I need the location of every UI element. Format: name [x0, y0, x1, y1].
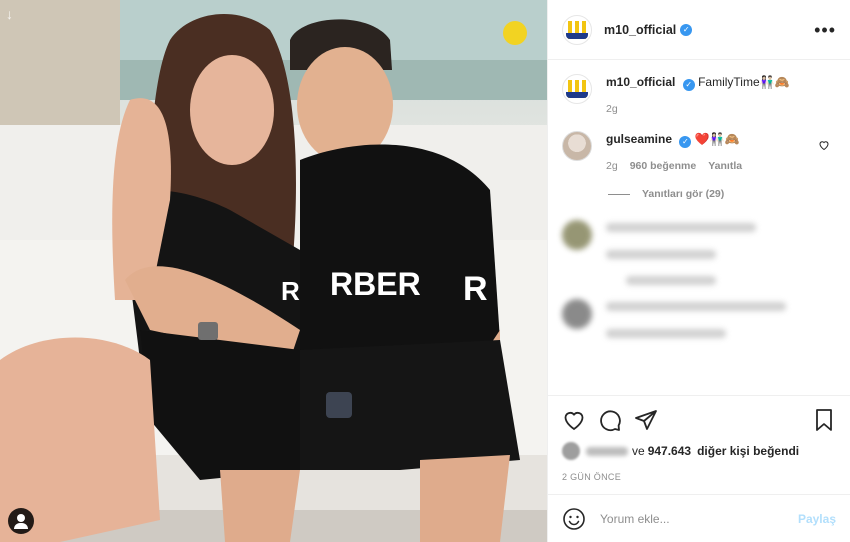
post-photo[interactable]: RBER R R ↓ [0, 0, 547, 542]
post-header: m10_official ✓ ••• [548, 0, 850, 60]
m10-logo-icon [566, 80, 588, 98]
view-replies-button[interactable]: Yanıtları gör (29) [608, 188, 836, 200]
post-time-ago[interactable]: 2 GÜN ÖNCE [562, 472, 836, 482]
likes-count[interactable]: 947.643 [648, 444, 691, 458]
caption-age[interactable]: 2g [606, 101, 618, 117]
blurred-comment-row [562, 220, 836, 289]
arrow-down-icon: ↓ [6, 6, 13, 22]
author-avatar[interactable] [562, 74, 592, 104]
comment-meta [606, 329, 836, 338]
svg-text:R: R [463, 270, 488, 308]
comment-meta [606, 250, 836, 259]
action-icons-bar [562, 406, 836, 434]
post-side-panel: m10_official ✓ ••• m10_official ✓ Family… [547, 0, 850, 542]
comment-text [606, 299, 836, 338]
comment-username[interactable]: gulseamine [606, 132, 672, 146]
commenter-avatar[interactable] [562, 299, 592, 329]
comment-text [606, 220, 836, 289]
comment-meta: 2g 960 beğenme Yanıtla [606, 158, 836, 174]
svg-text:R: R [281, 276, 300, 306]
comment-input[interactable] [600, 511, 798, 526]
comment-likes[interactable]: 960 beğenme [630, 158, 697, 174]
author-username[interactable]: m10_official [604, 23, 676, 37]
commenter-avatar[interactable] [562, 220, 592, 250]
m10-logo-icon [566, 20, 588, 39]
comment-composer: Paylaş [548, 494, 850, 542]
blurred-comment-row [562, 299, 836, 338]
reply-button[interactable]: Yanıtla [708, 158, 742, 174]
blurred-text [626, 276, 716, 285]
photo-illustration: RBER R R [0, 0, 547, 542]
share-paper-plane-icon[interactable] [634, 408, 658, 432]
comment-age[interactable]: 2g [606, 158, 618, 174]
like-heart-icon[interactable] [562, 408, 586, 432]
verified-badge-icon: ✓ [679, 136, 692, 148]
svg-text:RBER: RBER [330, 266, 421, 302]
save-bookmark-icon[interactable] [812, 408, 836, 432]
liker-username-blurred[interactable] [586, 446, 628, 456]
emoji-smile-icon[interactable] [562, 507, 586, 531]
caption-text: m10_official ✓ FamilyTime👫🏻🙈 2g [606, 74, 836, 117]
caption-meta: 2g [606, 101, 836, 117]
blurred-text [606, 302, 786, 311]
blurred-text [606, 223, 756, 232]
comment-emoji: ❤️👫🏻🙈 [694, 132, 740, 146]
caption-body: FamilyTime [698, 75, 760, 89]
more-options-icon[interactable]: ••• [814, 21, 836, 39]
verified-badge-icon: ✓ [682, 79, 695, 91]
likes-connector: ve [632, 444, 645, 458]
post-comment-button[interactable]: Paylaş [798, 512, 836, 526]
comments-list: m10_official ✓ FamilyTime👫🏻🙈 2g gulseami… [548, 60, 850, 395]
commenter-avatar[interactable] [562, 131, 592, 161]
comment-bubble-icon[interactable] [598, 408, 622, 432]
likes-tail[interactable]: diğer kişi beğendi [697, 444, 799, 458]
liker-avatar[interactable] [562, 442, 580, 460]
tagged-users-icon[interactable] [8, 508, 34, 534]
caption-row: m10_official ✓ FamilyTime👫🏻🙈 2g [562, 74, 836, 117]
likes-summary: ve 947.643 diğer kişi beğendi [562, 442, 836, 460]
caption-username[interactable]: m10_official [606, 75, 675, 89]
post-actions: ve 947.643 diğer kişi beğendi 2 GÜN ÖNCE [548, 395, 850, 494]
comment-row: gulseamine ✓ ❤️👫🏻🙈 2g 960 beğenme Yanıtl… [562, 131, 836, 174]
blurred-text [606, 250, 716, 259]
instagram-post-view: RBER R R ↓ m10_official ✓ ••• m10_offici… [0, 0, 850, 542]
comment-like-heart-icon[interactable] [818, 139, 830, 151]
blurred-replies [626, 273, 836, 289]
comment-text: gulseamine ✓ ❤️👫🏻🙈 2g 960 beğenme Yanıtl… [606, 131, 836, 174]
blurred-text [606, 329, 726, 338]
verified-badge-icon: ✓ [680, 23, 693, 36]
author-avatar[interactable] [562, 14, 592, 45]
caption-emoji: 👫🏻🙈 [759, 75, 790, 89]
